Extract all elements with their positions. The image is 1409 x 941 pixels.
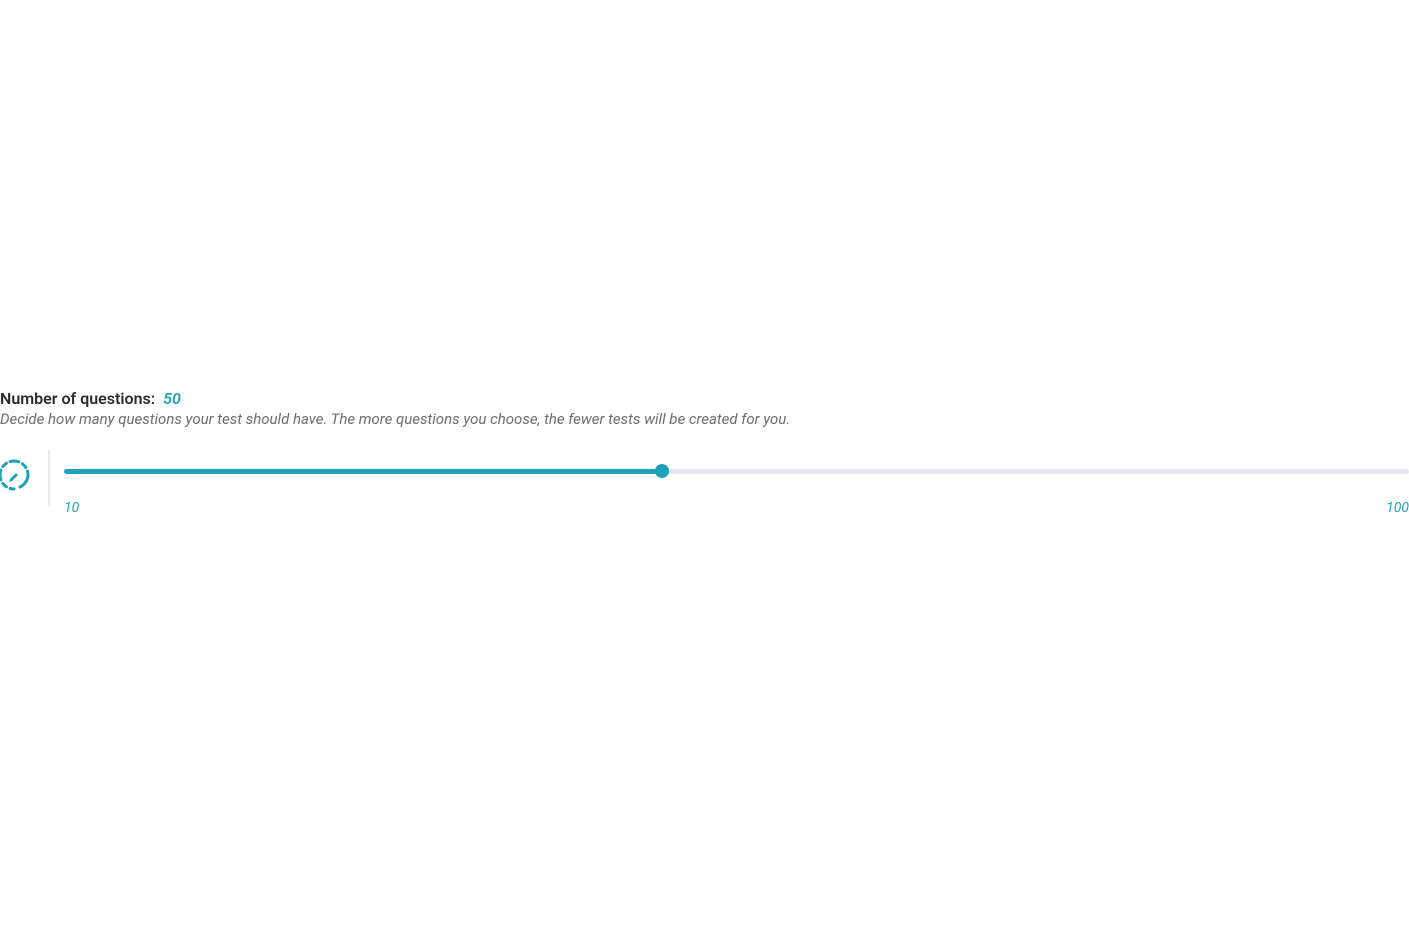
question-count-description: Decide how many questions your test shou… — [0, 410, 1409, 428]
question-count-value: 50 — [163, 389, 181, 408]
slider-fill — [64, 469, 662, 474]
slider-min-label: 10 — [64, 500, 79, 516]
question-count-label: Number of questions: — [0, 389, 155, 408]
gauge-edit-icon — [0, 456, 34, 494]
slider-max-label: 100 — [1386, 500, 1409, 516]
vertical-divider — [48, 450, 50, 506]
slider-thumb[interactable] — [655, 464, 669, 478]
question-count-slider[interactable] — [64, 464, 1409, 478]
